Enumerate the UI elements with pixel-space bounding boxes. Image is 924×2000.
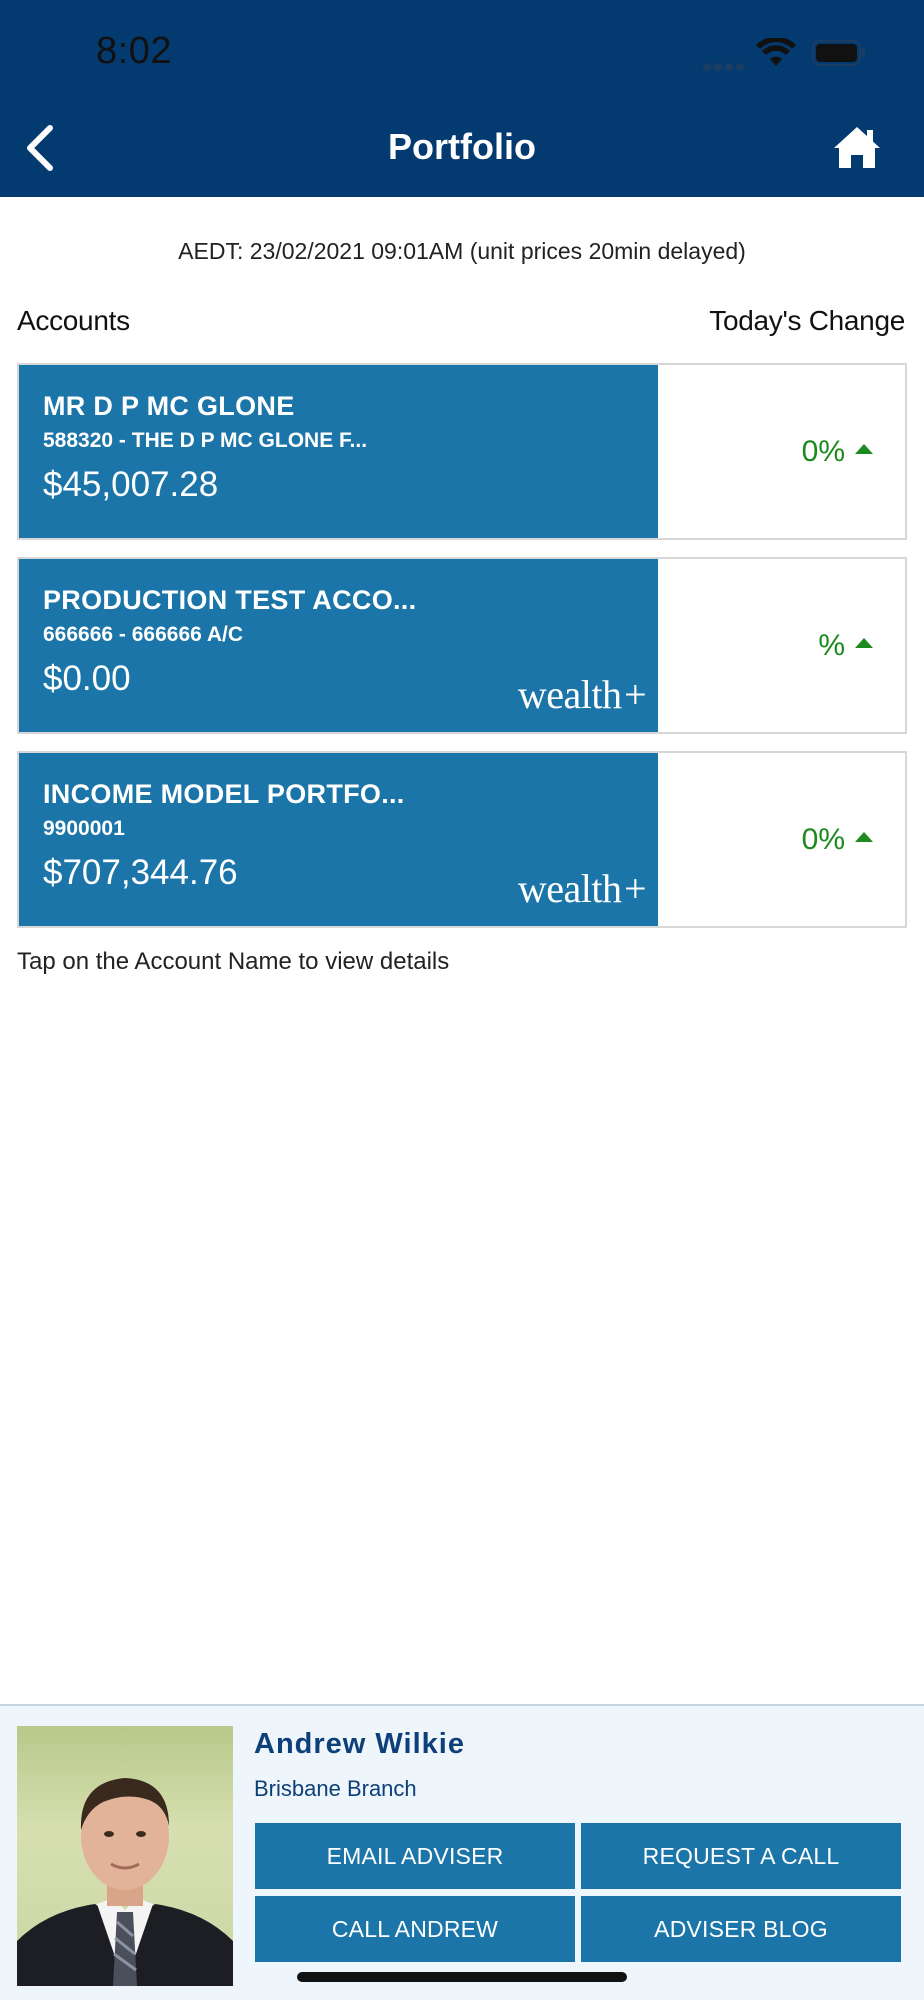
change-value: 0% <box>801 823 845 856</box>
adviser-photo <box>17 1726 233 1986</box>
adviser-blog-button[interactable]: ADVISER BLOG <box>581 1896 901 1962</box>
request-call-button[interactable]: REQUEST A CALL <box>581 1823 901 1889</box>
status-time: 8:02 <box>96 30 172 72</box>
call-adviser-button[interactable]: CALL ANDREW <box>255 1896 575 1962</box>
up-arrow-icon <box>855 832 873 843</box>
account-name-area[interactable]: INCOME MODEL PORTFO... 9900001 $707,344.… <box>19 753 658 926</box>
home-indicator[interactable] <box>297 1972 627 1982</box>
instruction-text: Tap on the Account Name to view details <box>17 948 450 975</box>
account-name[interactable]: INCOME MODEL PORTFO... <box>43 779 405 810</box>
change-value: 0% <box>801 435 845 468</box>
accounts-column-header: Accounts <box>17 305 130 336</box>
home-icon <box>834 127 880 168</box>
todays-change: 0% <box>802 823 873 857</box>
change-value: % <box>818 629 845 662</box>
account-number: 666666 - 666666 A/C <box>43 623 244 646</box>
price-timestamp: AEDT: 23/02/2021 09:01AM (unit prices 20… <box>178 238 746 264</box>
account-value: $707,344.76 <box>43 853 238 892</box>
wealth-plus-logo: wealth+ <box>517 672 649 717</box>
account-value: $0.00 <box>43 659 131 698</box>
up-arrow-icon <box>855 638 873 649</box>
adviser-name: Andrew Wilkie <box>254 1728 465 1760</box>
wealth-plus-logo: wealth+ <box>517 866 649 911</box>
adviser-panel: Andrew Wilkie Brisbane Branch EMAIL ADVI… <box>0 1704 924 2000</box>
account-name-area[interactable]: MR D P MC GLONE 588320 - THE D P MC GLON… <box>19 365 658 538</box>
account-number: 9900001 <box>43 817 125 840</box>
page-title: Portfolio <box>388 126 536 167</box>
signal-icon <box>703 58 747 71</box>
account-card[interactable]: PRODUCTION TEST ACCO... 666666 - 666666 … <box>17 557 907 734</box>
account-value: $45,007.28 <box>43 465 219 504</box>
home-button[interactable] <box>832 124 882 170</box>
todays-change: % <box>818 629 873 663</box>
account-card[interactable]: INCOME MODEL PORTFO... 9900001 $707,344.… <box>17 751 907 928</box>
account-name[interactable]: PRODUCTION TEST ACCO... <box>43 585 416 616</box>
account-name-area[interactable]: PRODUCTION TEST ACCO... 666666 - 666666 … <box>19 559 658 732</box>
account-number: 588320 - THE D P MC GLONE F... <box>43 429 368 452</box>
wifi-icon <box>756 38 796 66</box>
account-card[interactable]: MR D P MC GLONE 588320 - THE D P MC GLON… <box>17 363 907 540</box>
adviser-branch: Brisbane Branch <box>254 1776 417 1801</box>
account-name[interactable]: MR D P MC GLONE <box>43 391 295 422</box>
battery-icon <box>812 40 865 66</box>
header-bar: 8:02 Portfolio <box>0 0 924 197</box>
up-arrow-icon <box>855 444 873 455</box>
todays-change-column-header: Today's Change <box>709 305 905 336</box>
email-adviser-button[interactable]: EMAIL ADVISER <box>255 1823 575 1889</box>
todays-change: 0% <box>802 435 873 469</box>
